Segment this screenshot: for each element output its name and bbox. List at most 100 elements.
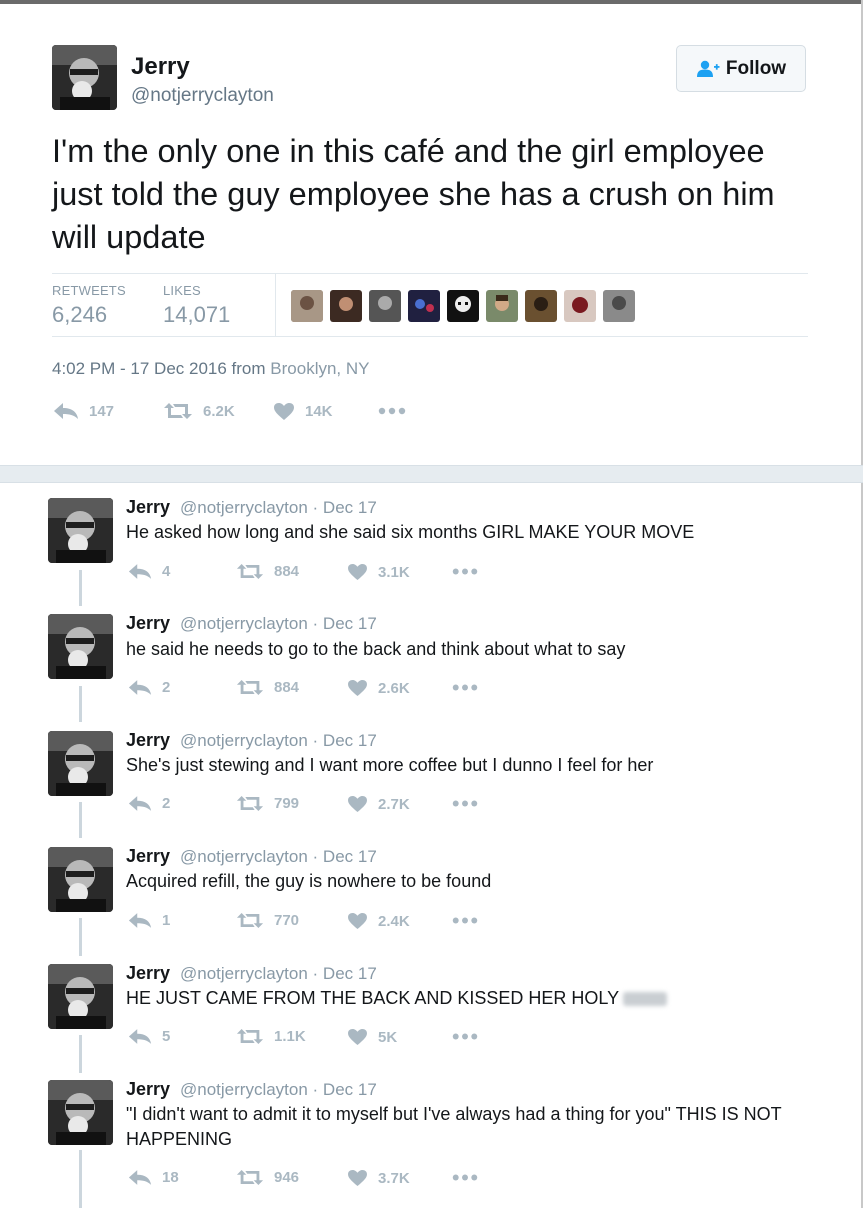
reply-icon [128,1029,152,1044]
section-separator [0,465,863,483]
tweet-time[interactable]: 4:02 PM - 17 Dec 2016 from [52,359,266,378]
reply-author-name[interactable]: Jerry [126,497,170,518]
like-count: 3.1K [378,563,410,581]
reply-count: 5 [162,1028,171,1045]
reply-meta[interactable]: @notjerryclayton · Dec 17 [180,847,377,867]
add-user-icon [696,60,720,77]
reply-meta[interactable]: @notjerryclayton · Dec 17 [180,498,377,518]
more-button[interactable] [378,402,416,420]
heart-icon [348,1169,367,1187]
heart-icon [348,563,367,581]
retweet-icon [164,403,192,419]
reply-meta[interactable]: @notjerryclayton · Dec 17 [180,614,377,634]
reply-icon [128,564,152,579]
reply-author-name[interactable]: Jerry [126,613,170,634]
reply-button[interactable]: 2 [128,795,170,812]
reply-author-name[interactable]: Jerry [126,963,170,984]
reply-text: He asked how long and she said six month… [126,522,695,542]
liker-avatar[interactable] [486,290,518,322]
liker-avatar[interactable] [291,290,323,322]
retweet-icon [236,1029,264,1044]
avatar[interactable] [48,964,113,1029]
liker-avatar[interactable] [447,290,479,322]
reply-count: 1 [162,912,171,929]
avatar[interactable] [48,847,113,912]
reply-text-row: HE JUST CAME FROM THE BACK AND KISSED HE… [126,986,806,1011]
reply-icon [128,796,152,811]
avatar[interactable] [52,45,117,110]
heart-icon [348,795,367,813]
retweet-count: 884 [274,679,300,696]
more-button[interactable] [452,1028,488,1045]
retweet-count: 946 [274,1169,300,1186]
like-button[interactable]: 14K [273,402,333,421]
more-icon [452,568,478,575]
more-icon [452,1174,478,1181]
retweet-button[interactable]: 1.1K [236,1028,306,1045]
liker-avatar[interactable] [603,290,635,322]
avatar[interactable] [48,614,113,679]
retweets-label: RETWEETS [52,283,126,298]
liker-avatar[interactable] [369,290,401,322]
like-button[interactable]: 2.7K [347,795,410,813]
like-button[interactable]: 2.4K [347,912,410,930]
reply-button[interactable]: 147 [53,402,114,420]
retweet-button[interactable]: 6.2K [163,402,235,420]
reply-button[interactable]: 2 [128,679,170,696]
reply-button[interactable]: 4 [128,563,170,580]
reply-text: he said he needs to go to the back and t… [126,639,626,659]
reply-meta[interactable]: @notjerryclayton · Dec 17 [180,731,377,751]
more-button[interactable] [452,1169,488,1186]
divider [275,274,276,336]
heart-icon [348,1028,367,1046]
reply-meta[interactable]: @notjerryclayton · Dec 17 [180,1080,377,1100]
retweet-button[interactable]: 884 [236,679,299,696]
liker-avatar[interactable] [564,290,596,322]
more-button[interactable] [452,795,488,812]
retweet-icon [236,1170,264,1185]
reply-icon [54,403,78,419]
retweet-button[interactable]: 770 [236,912,299,929]
like-button[interactable]: 5K [347,1028,397,1046]
more-button[interactable] [452,912,488,929]
heart-icon [348,679,367,697]
censored-word [623,992,668,1007]
author-handle[interactable]: @notjerryclayton [131,85,274,107]
liker-avatar[interactable] [525,290,557,322]
reply-author-name[interactable]: Jerry [126,1079,170,1100]
avatar[interactable] [48,498,113,563]
like-button[interactable]: 2.6K [347,679,410,697]
reply-button[interactable]: 5 [128,1028,170,1045]
tweet-timestamp: 4:02 PM - 17 Dec 2016 from Brooklyn, NY [52,359,369,379]
reply-meta[interactable]: @notjerryclayton · Dec 17 [180,964,377,984]
more-icon [452,917,478,924]
reply-button[interactable]: 1 [128,912,170,929]
avatar[interactable] [48,1080,113,1145]
liker-avatar[interactable] [330,290,362,322]
likes-count[interactable]: 14,071 [163,302,230,328]
follow-button[interactable]: Follow [676,45,806,92]
retweet-count: 799 [274,795,300,812]
heart-icon [348,912,367,930]
reply-author-name[interactable]: Jerry [126,730,170,751]
retweet-button[interactable]: 884 [236,563,299,580]
like-button[interactable]: 3.7K [347,1169,410,1187]
retweets-count[interactable]: 6,246 [52,302,107,328]
liker-avatar[interactable] [408,290,440,322]
retweet-button[interactable]: 946 [236,1169,299,1186]
more-icon [452,1033,478,1040]
more-button[interactable] [452,679,488,696]
like-count: 14K [305,403,333,420]
like-count: 2.4K [378,912,410,930]
avatar[interactable] [48,731,113,796]
reply-button[interactable]: 18 [128,1169,179,1186]
tweet-location[interactable]: Brooklyn, NY [270,359,369,378]
heart-icon [274,403,294,420]
more-icon [452,800,478,807]
more-button[interactable] [452,563,488,580]
like-button[interactable]: 3.1K [347,563,410,581]
retweet-button[interactable]: 799 [236,795,299,812]
reply-author-name[interactable]: Jerry [126,846,170,867]
reply-text: "I didn't want to admit it to myself but… [126,1104,782,1149]
author-name[interactable]: Jerry [131,53,190,81]
